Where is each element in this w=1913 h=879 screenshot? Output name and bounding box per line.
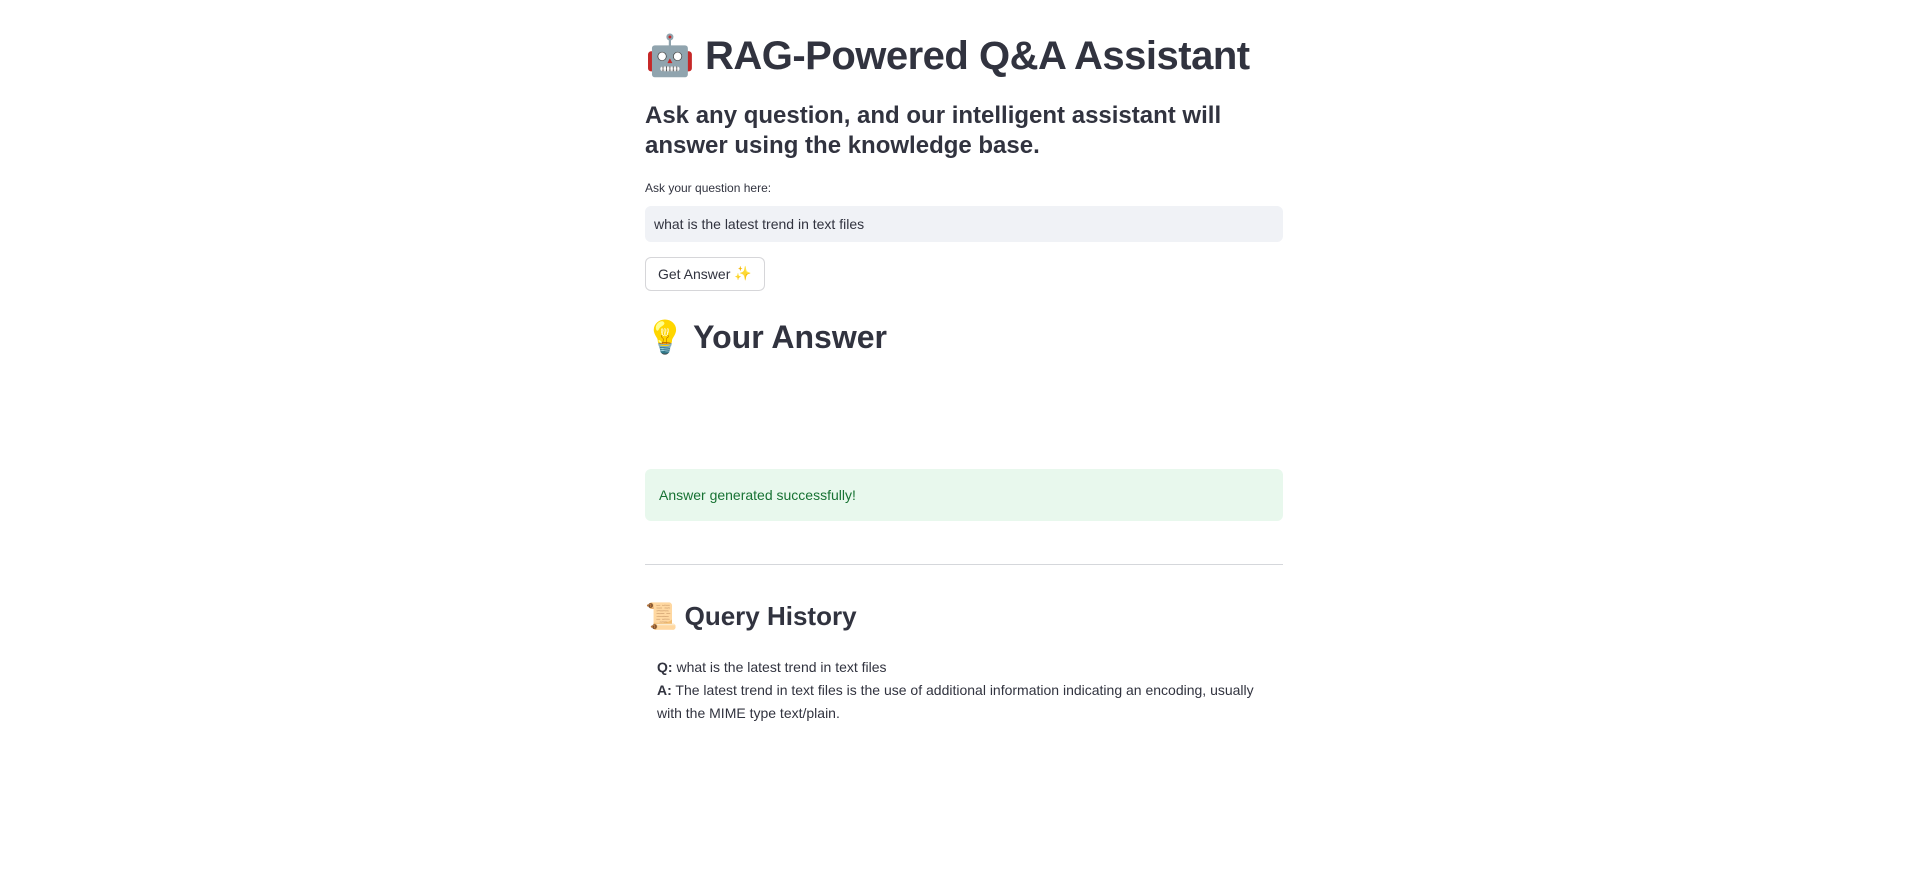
get-answer-button-label: Get Answer (658, 266, 731, 282)
history-answer-text: The latest trend in text files is the us… (657, 682, 1254, 721)
query-history-list: Q: what is the latest trend in text file… (657, 656, 1275, 725)
robot-icon: 🤖 (645, 33, 695, 79)
page-title-text: RAG-Powered Q&A Assistant (704, 34, 1250, 78)
query-history-heading-text: Query History (684, 601, 857, 631)
section-divider (645, 564, 1283, 565)
question-input[interactable] (645, 206, 1283, 242)
question-input-label: Ask your question here: (645, 181, 772, 195)
history-question-text: what is the latest trend in text files (676, 659, 887, 675)
history-question: Q: what is the latest trend in text file… (657, 656, 1275, 679)
query-history-heading: 📜 Query History (645, 598, 857, 635)
success-message: Answer generated successfully! (659, 487, 856, 503)
question-prefix: Q: (657, 659, 673, 675)
page-title: 🤖 RAG-Powered Q&A Assistant (645, 30, 1250, 82)
page-subtitle: Ask any question, and our intelligent as… (645, 102, 1222, 159)
get-answer-button[interactable]: Get Answer ✨ (645, 257, 765, 291)
light-bulb-icon: 💡 (645, 318, 685, 356)
answer-prefix: A: (657, 682, 672, 698)
answer-heading-text: Your Answer (693, 319, 887, 355)
success-alert: Answer generated successfully! (645, 469, 1283, 521)
history-answer: A: The latest trend in text files is the… (657, 679, 1275, 725)
answer-heading: 💡 Your Answer (645, 314, 887, 360)
scroll-icon: 📜 (645, 602, 678, 632)
sparkles-icon: ✨ (734, 266, 752, 282)
history-item: Q: what is the latest trend in text file… (657, 656, 1275, 725)
